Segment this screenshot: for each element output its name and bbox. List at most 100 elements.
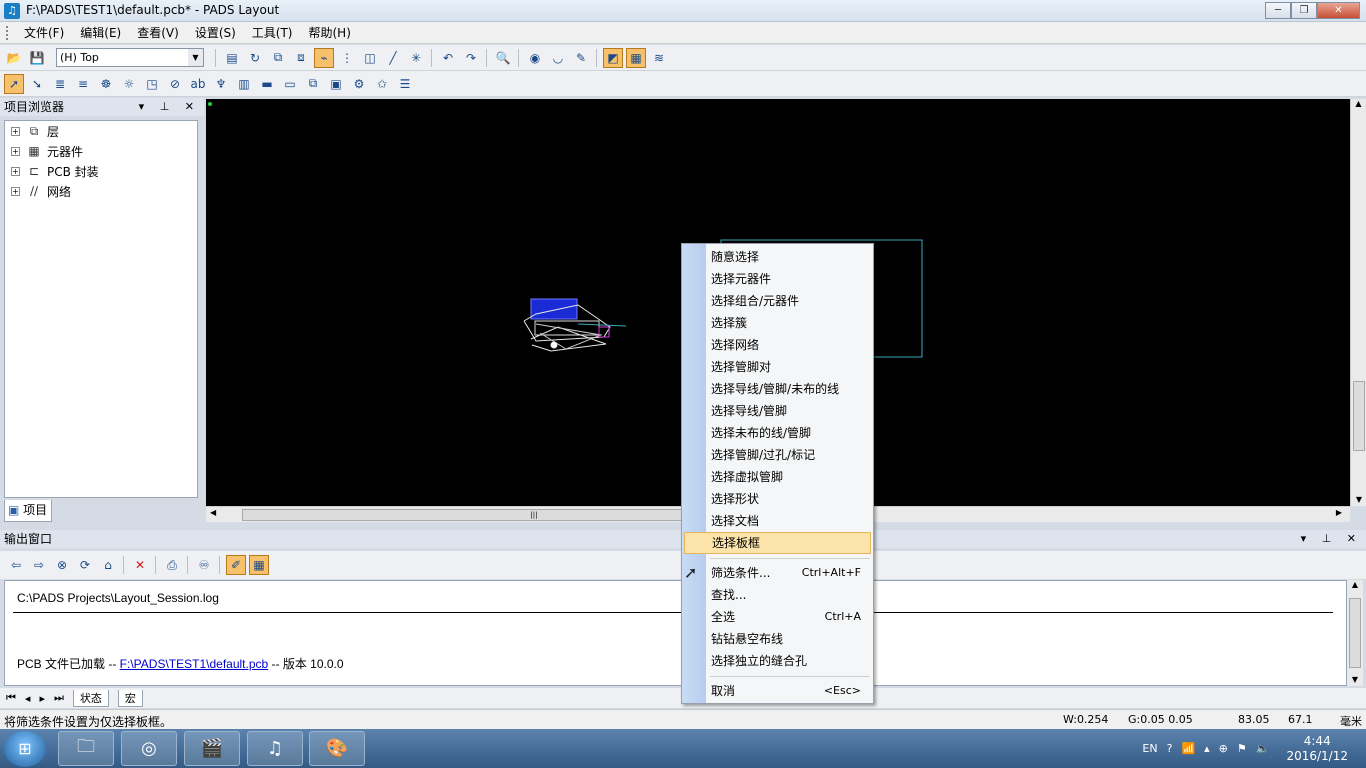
menu-item-select-documentation[interactable]: 选择文档: [684, 510, 871, 532]
select-arrow-icon[interactable]: ➚: [4, 73, 24, 94]
find-icon[interactable]: ♾: [194, 555, 214, 575]
menu-item-find[interactable]: 查找...: [684, 584, 871, 606]
layer-select[interactable]: (H) Top ▼: [56, 48, 204, 67]
scroll-thumb[interactable]: [1353, 381, 1365, 451]
pads-taskbar-icon[interactable]: ♫: [247, 731, 303, 766]
redo-icon[interactable]: ↷: [461, 48, 481, 68]
script-icon[interactable]: ✐: [226, 555, 246, 575]
prev-page-icon[interactable]: ◂: [25, 692, 31, 705]
drafting-mode-icon[interactable]: ◩: [603, 47, 623, 68]
menu-view[interactable]: 查看(V): [129, 24, 187, 41]
copy-icon[interactable]: ⧉: [268, 48, 288, 68]
back-icon[interactable]: ⇦: [6, 555, 26, 575]
zoom-icon[interactable]: 🔍: [493, 48, 513, 68]
explorer-taskbar-icon[interactable]: 🗀: [58, 731, 114, 766]
report-icon[interactable]: ☰: [395, 74, 415, 94]
ecd-toolbar-icon[interactable]: ✳: [406, 48, 426, 68]
expand-icon[interactable]: +: [11, 126, 20, 136]
properties-icon[interactable]: ▤: [222, 48, 242, 68]
canvas-vertical-scrollbar[interactable]: ▲ ▼: [1350, 99, 1366, 506]
design-toolbar-icon[interactable]: ⌁: [314, 47, 334, 68]
grid-icon[interactable]: ▦: [249, 555, 269, 575]
menu-item-filter[interactable]: 筛选条件... Ctrl+Alt+F: [684, 562, 871, 584]
menu-item-select-components[interactable]: 选择元器件: [684, 268, 871, 290]
toolbar-grip[interactable]: [6, 25, 10, 40]
text-icon[interactable]: ab: [188, 74, 208, 94]
paint-icon[interactable]: ✎: [571, 48, 591, 68]
tree-item-footprints[interactable]: + ⊏ PCB 封装: [5, 161, 197, 181]
paste-icon[interactable]: ⧈: [291, 48, 311, 68]
next-page-icon[interactable]: ▸: [39, 692, 45, 705]
paint-taskbar-icon[interactable]: 🎨: [309, 731, 365, 766]
open-icon[interactable]: 📂: [4, 48, 24, 68]
menu-item-select-board-outline[interactable]: 选择板框: [684, 532, 871, 554]
menu-help[interactable]: 帮助(H): [301, 24, 359, 41]
expand-icon[interactable]: +: [11, 146, 20, 156]
forward-icon[interactable]: ⇨: [29, 555, 49, 575]
router-icon[interactable]: ≋: [649, 48, 669, 68]
menu-edit[interactable]: 编辑(E): [72, 24, 129, 41]
refresh-icon[interactable]: ⟳: [75, 555, 95, 575]
select-mode-icon[interactable]: ➘: [27, 74, 47, 94]
keepout-icon[interactable]: ⊘: [165, 74, 185, 94]
expand-icon[interactable]: +: [11, 166, 20, 176]
star-icon[interactable]: ✩: [372, 74, 392, 94]
wifi-icon[interactable]: 📶: [1181, 742, 1195, 755]
tree-item-components[interactable]: + ▦ 元器件: [5, 141, 197, 161]
network-icon[interactable]: ⚑: [1237, 742, 1247, 755]
output-vertical-scrollbar[interactable]: ▲ ▼: [1347, 580, 1363, 686]
undo-icon[interactable]: ↶: [438, 48, 458, 68]
component-icon[interactable]: ♆: [211, 74, 231, 94]
menu-item-select-virtual-pins[interactable]: 选择虚拟管脚: [684, 466, 871, 488]
home-icon[interactable]: ⌂: [98, 555, 118, 575]
volume-icon[interactable]: 🔈: [1256, 742, 1270, 755]
first-page-icon[interactable]: ⏮: [6, 691, 16, 705]
refresh-icon[interactable]: ↻: [245, 48, 265, 68]
view-board-icon[interactable]: ◡: [548, 48, 568, 68]
scroll-down-icon[interactable]: ▼: [1347, 675, 1363, 684]
scroll-up-icon[interactable]: ▲: [1351, 99, 1366, 108]
panel-controls[interactable]: ▾ ⊥ ✕: [139, 98, 200, 116]
cam-icon[interactable]: ▣: [326, 74, 346, 94]
gear-icon[interactable]: ⚙: [349, 74, 369, 94]
plane-icon[interactable]: ≡: [73, 74, 93, 94]
expand-icon[interactable]: +: [11, 186, 20, 196]
board-cutout-icon[interactable]: ▭: [280, 74, 300, 94]
menu-item-select-all[interactable]: 全选 Ctrl+A: [684, 606, 871, 628]
scroll-down-icon[interactable]: ▼: [1351, 495, 1366, 504]
menu-item-select-pins-vias-tags[interactable]: 选择管脚/过孔/标记: [684, 444, 871, 466]
menu-item-select-clusters[interactable]: 选择簇: [684, 312, 871, 334]
stop-icon[interactable]: ⊗: [52, 555, 72, 575]
route-toolbar-icon[interactable]: ⋮: [337, 48, 357, 68]
maximize-button[interactable]: ❐: [1291, 2, 1317, 19]
media-taskbar-icon[interactable]: 🎬: [184, 731, 240, 766]
language-indicator[interactable]: EN: [1142, 742, 1157, 755]
view-icon[interactable]: ◉: [525, 48, 545, 68]
menu-item-select-unions[interactable]: 选择组合/元器件: [684, 290, 871, 312]
board-outline-icon[interactable]: ▬: [257, 74, 277, 94]
tab-project[interactable]: ▣ 项目: [4, 500, 52, 522]
help-icon[interactable]: ?: [1167, 742, 1173, 755]
menu-item-cancel[interactable]: 取消 <Esc>: [684, 680, 871, 702]
menu-item-select-pin-pairs[interactable]: 选择管脚对: [684, 356, 871, 378]
menu-item-select-stitching-vias[interactable]: 选择独立的缝合孔: [684, 650, 871, 672]
menu-item-select-anything[interactable]: 随意选择: [684, 246, 871, 268]
start-button[interactable]: ⊞: [4, 731, 46, 767]
tray-app-icon[interactable]: ⊕: [1219, 742, 1228, 755]
scroll-thumb[interactable]: [1349, 598, 1361, 668]
save-icon[interactable]: 💾: [27, 48, 47, 68]
menu-file[interactable]: 文件(F): [16, 24, 72, 41]
menu-item-select-nets[interactable]: 选择网络: [684, 334, 871, 356]
menu-item-select-unroutes-pins[interactable]: 选择未布的线/管脚: [684, 422, 871, 444]
tab-status[interactable]: 状态: [72, 689, 109, 707]
layer-icon[interactable]: ≣: [50, 74, 70, 94]
pour-icon[interactable]: ☸: [96, 74, 116, 94]
tree-item-layers[interactable]: + ⧉ 层: [5, 121, 197, 141]
copy-board-icon[interactable]: ⧉: [303, 74, 323, 94]
menu-item-select-shapes[interactable]: 选择形状: [684, 488, 871, 510]
tree-item-nets[interactable]: + ∕∕ 网络: [5, 181, 197, 201]
menu-item-dangling-routes[interactable]: 钻钻悬空布线: [684, 628, 871, 650]
hatch-icon[interactable]: ☼: [119, 74, 139, 94]
minimize-button[interactable]: ─: [1265, 2, 1291, 19]
drafting-toolbar-icon[interactable]: ╱: [383, 48, 403, 68]
